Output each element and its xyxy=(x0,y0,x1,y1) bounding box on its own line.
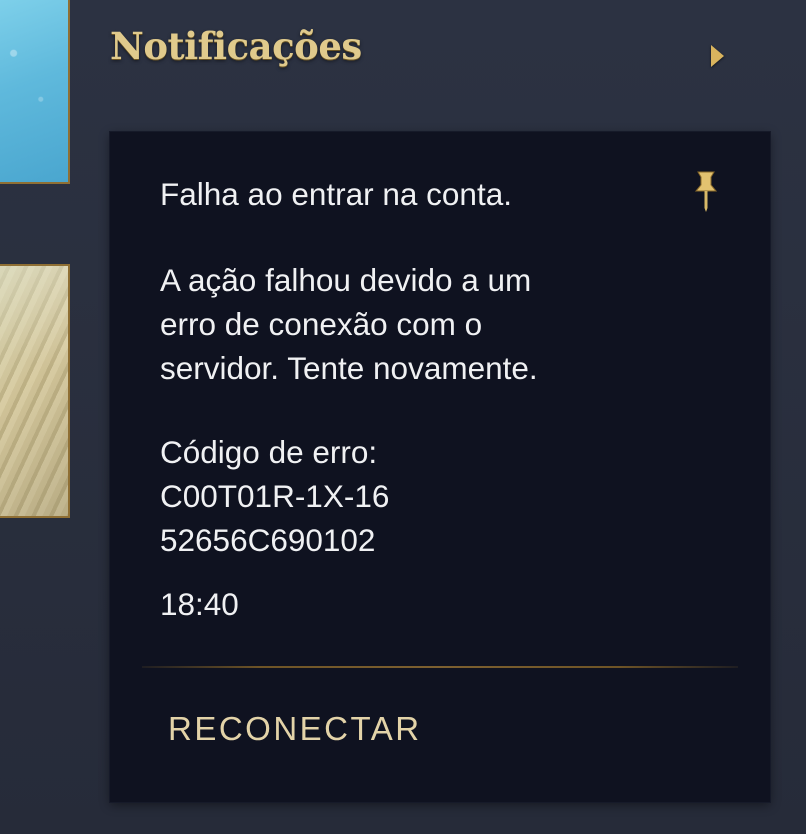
notifications-panel: Notificações Falha ao entrar na conta. A… xyxy=(0,0,806,834)
divider xyxy=(142,666,738,668)
notification-time: 18:40 xyxy=(160,586,239,622)
chevron-right-icon xyxy=(710,45,724,67)
panel-title: Notificações xyxy=(110,24,362,68)
reconnect-button[interactable]: RECONECTAR xyxy=(168,710,422,748)
notification-title: Falha ao entrar na conta. xyxy=(160,176,512,212)
collapse-panel-button[interactable] xyxy=(700,36,734,76)
thumbnail-card-bottom[interactable] xyxy=(0,264,70,518)
pin-icon xyxy=(694,171,718,212)
thumbnail-card-top[interactable] xyxy=(0,0,70,184)
pin-button[interactable] xyxy=(692,168,720,212)
notification-card: Falha ao entrar na conta. A ação falhou … xyxy=(110,132,770,802)
notification-body: A ação falhou devido a um erro de conexã… xyxy=(160,262,538,386)
error-code: Código de erro: C00T01R-1X-16 52656C6901… xyxy=(160,434,390,558)
